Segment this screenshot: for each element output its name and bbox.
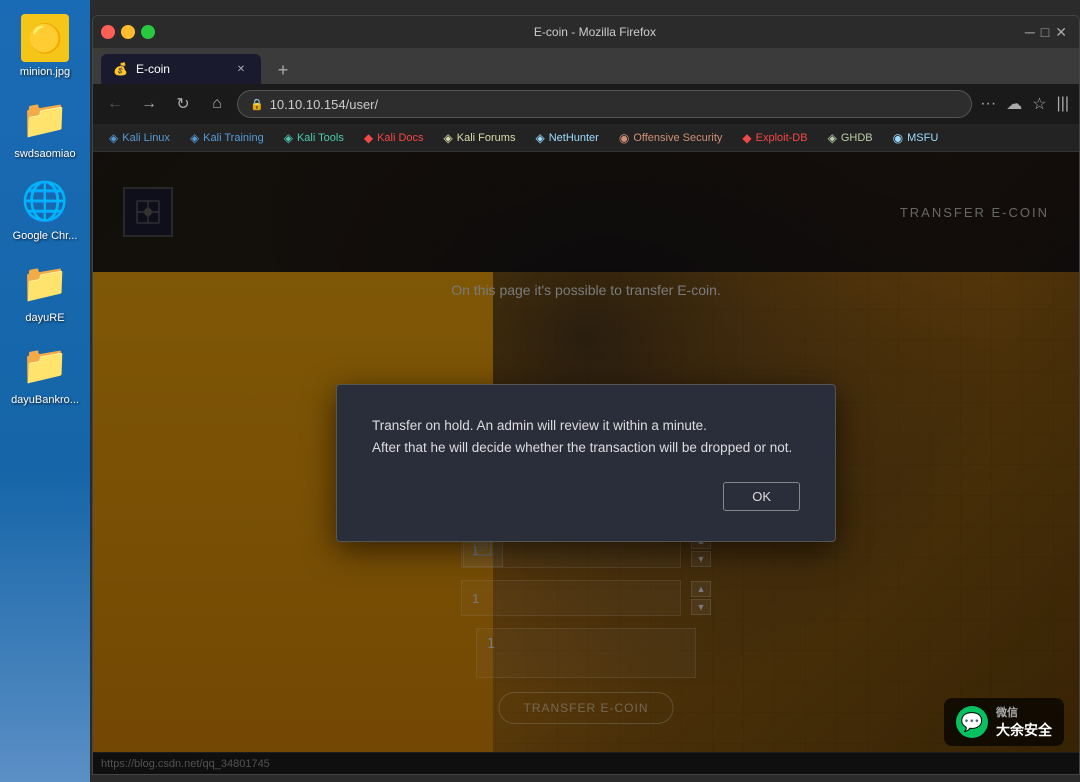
desktop-icon-swdsaomiao[interactable]: 📁 swdsaomiao	[5, 92, 85, 164]
window-controls	[101, 25, 155, 39]
pocket-icon[interactable]: ☁	[1004, 92, 1024, 116]
wechat-watermark: 💬 微信 大余安全	[944, 698, 1064, 746]
kali-training-icon: ◈	[190, 131, 199, 145]
bookmark-nethunter-label: NetHunter	[549, 132, 599, 144]
wechat-text: 微信 大余安全	[996, 704, 1052, 740]
folder-icon-dayure: 📁	[21, 260, 69, 308]
close-button[interactable]	[101, 25, 115, 39]
url-value: 10.10.10.154/user/	[270, 97, 378, 112]
kali-linux-icon: ◈	[109, 131, 118, 145]
bookmark-kali-linux[interactable]: ◈ Kali Linux	[101, 129, 178, 147]
bookmark-star-icon[interactable]: ☆	[1030, 92, 1048, 116]
folder-icon-dayubankro: 📁	[21, 342, 69, 390]
bookmark-msfu-label: MSFU	[907, 132, 938, 144]
offensive-security-icon: ◉	[619, 131, 629, 145]
tab-favicon: 💰	[113, 62, 128, 76]
home-button[interactable]: ⌂	[203, 90, 231, 118]
restore-icon[interactable]: □	[1041, 24, 1049, 41]
minimize-icon[interactable]: ─	[1025, 24, 1035, 41]
title-bar: E-coin - Mozilla Firefox ─ □ ✕	[93, 16, 1079, 48]
bookmark-kali-docs[interactable]: ◆ Kali Docs	[356, 129, 432, 147]
desktop: 🟡 minion.jpg 📁 swdsaomiao 🌐 Google Chr..…	[0, 0, 90, 782]
wechat-label: 微信	[996, 707, 1018, 719]
close-icon[interactable]: ✕	[1055, 24, 1067, 41]
back-button[interactable]: ←	[101, 90, 129, 118]
bookmark-nethunter[interactable]: ◈ NetHunter	[527, 129, 606, 147]
bookmarks-bar: ◈ Kali Linux ◈ Kali Training ◈ Kali Tool…	[93, 124, 1079, 152]
desktop-icon-dayure[interactable]: 📁 dayuRE	[5, 256, 85, 328]
more-button[interactable]: ···	[978, 93, 998, 115]
dialog-box: Transfer on hold. An admin will review i…	[336, 384, 836, 542]
msfu-icon: ◉	[893, 131, 903, 145]
tab-label: E-coin	[136, 62, 170, 76]
minimize-button[interactable]	[121, 25, 135, 39]
bookmark-kali-linux-label: Kali Linux	[122, 132, 170, 144]
kali-forums-icon: ◈	[444, 131, 453, 145]
desktop-icon-minion[interactable]: 🟡 minion.jpg	[5, 10, 85, 82]
desktop-icon-swdsaomiao-label: swdsaomiao	[14, 148, 75, 160]
dialog-ok-button[interactable]: OK	[723, 482, 800, 511]
bookmark-kali-tools[interactable]: ◈ Kali Tools	[276, 129, 352, 147]
url-bar[interactable]: 🔒 10.10.10.154/user/	[237, 90, 972, 118]
maximize-button[interactable]	[141, 25, 155, 39]
forward-button[interactable]: →	[135, 90, 163, 118]
bookmark-kali-docs-label: Kali Docs	[377, 132, 423, 144]
tab-close-button[interactable]: ✕	[233, 61, 249, 77]
chrome-icon: 🌐	[21, 178, 69, 226]
dialog-message-line1: Transfer on hold. An admin will review i…	[372, 418, 707, 433]
kali-tools-icon: ◈	[284, 131, 293, 145]
desktop-icon-dayubankro-label: dayuBankro...	[11, 394, 79, 406]
nethunter-icon: ◈	[535, 131, 544, 145]
dialog-overlay: Transfer on hold. An admin will review i…	[93, 152, 1079, 774]
desktop-icon-chrome[interactable]: 🌐 Google Chr...	[5, 174, 85, 246]
page-content: TRANSFER E-COIN On this page it's possib…	[93, 152, 1079, 774]
bookmark-ghdb[interactable]: ◈ GHDB	[820, 129, 881, 147]
dialog-message-line2: After that he will decide whether the tr…	[372, 440, 792, 455]
dialog-actions: OK	[372, 482, 800, 511]
bookmark-kali-forums-label: Kali Forums	[457, 132, 516, 144]
bookmark-offensive-security-label: Offensive Security	[633, 132, 722, 144]
minion-icon: 🟡	[21, 14, 69, 62]
dialog-message: Transfer on hold. An admin will review i…	[372, 415, 800, 458]
bookmark-kali-training-label: Kali Training	[203, 132, 264, 144]
new-tab-button[interactable]: +	[269, 56, 297, 84]
desktop-icon-minion-label: minion.jpg	[20, 66, 70, 78]
bookmark-offensive-security[interactable]: ◉ Offensive Security	[611, 129, 731, 147]
bookmark-kali-tools-label: Kali Tools	[297, 132, 344, 144]
bookmark-ghdb-label: GHDB	[841, 132, 873, 144]
url-text: 10.10.10.154/user/	[270, 97, 378, 112]
desktop-icon-dayure-label: dayuRE	[25, 312, 64, 324]
bookmark-kali-training[interactable]: ◈ Kali Training	[182, 129, 272, 147]
library-icon[interactable]: |||	[1055, 93, 1071, 115]
bookmark-exploit-db-label: Exploit-DB	[756, 132, 808, 144]
browser-window: E-coin - Mozilla Firefox ─ □ ✕ 💰 E-coin …	[92, 15, 1080, 775]
desktop-icon-dayubankro[interactable]: 📁 dayuBankro...	[5, 338, 85, 410]
reload-button[interactable]: ↻	[169, 90, 197, 118]
wechat-icon: 💬	[956, 706, 988, 738]
folder-icon-swdsaomiao: 📁	[21, 96, 69, 144]
window-title: E-coin - Mozilla Firefox	[165, 25, 1025, 39]
desktop-icon-chrome-label: Google Chr...	[13, 230, 78, 242]
bookmark-kali-forums[interactable]: ◈ Kali Forums	[436, 129, 524, 147]
wechat-username: 大余安全	[996, 720, 1052, 740]
ghdb-icon: ◈	[828, 131, 837, 145]
tab-bar: 💰 E-coin ✕ +	[93, 48, 1079, 84]
kali-docs-icon: ◆	[364, 131, 373, 145]
address-bar: ← → ↻ ⌂ 🔒 10.10.10.154/user/ ··· ☁ ☆ |||	[93, 84, 1079, 124]
exploit-db-icon: ◆	[742, 131, 751, 145]
address-icons: ··· ☁ ☆ |||	[978, 92, 1071, 116]
ssl-icon: 🔒	[250, 98, 264, 111]
active-tab[interactable]: 💰 E-coin ✕	[101, 54, 261, 84]
bookmark-exploit-db[interactable]: ◆ Exploit-DB	[734, 129, 815, 147]
bookmark-msfu[interactable]: ◉ MSFU	[885, 129, 947, 147]
